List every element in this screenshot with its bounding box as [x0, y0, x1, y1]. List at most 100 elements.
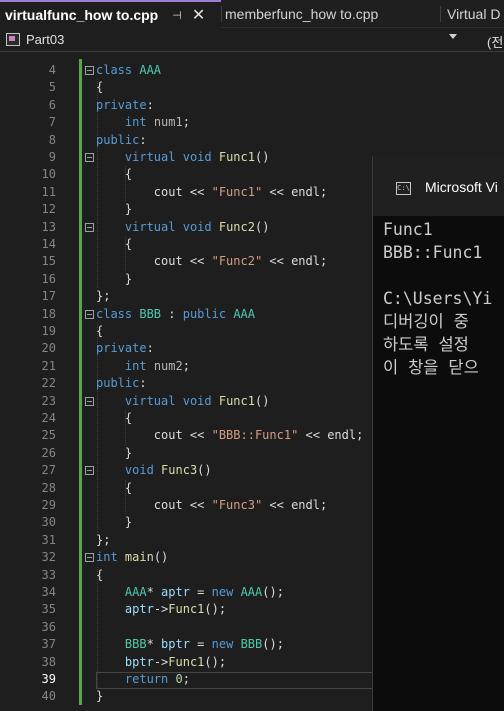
- code-line[interactable]: cout << "Func1" << endl;: [96, 184, 327, 201]
- line-number: 21: [41, 358, 56, 373]
- code-line[interactable]: void Func3(): [96, 462, 212, 479]
- line-number: 25: [41, 428, 56, 443]
- console-line: 하도록 설정: [383, 335, 469, 354]
- code-line[interactable]: int num1;: [96, 114, 190, 131]
- pin-icon[interactable]: ⊣: [172, 9, 182, 22]
- code-line[interactable]: BBB* bptr = new BBB();: [96, 636, 284, 653]
- line-number: 29: [41, 498, 56, 512]
- code-line[interactable]: {: [96, 410, 132, 427]
- line-number: 35: [41, 602, 56, 617]
- line-number: 36: [41, 619, 56, 634]
- code-line[interactable]: }: [96, 201, 132, 218]
- line-number: 9: [48, 150, 56, 164]
- line-number: 11: [41, 184, 56, 199]
- console-output: Func1BBB::Func1C:\Users\Yi디버깅이 중하도록 설정이 …: [383, 218, 492, 379]
- code-line[interactable]: {: [96, 480, 132, 497]
- line-number: 8: [48, 132, 56, 147]
- line-number: 20: [41, 341, 56, 356]
- code-line[interactable]: public:: [96, 375, 147, 392]
- line-number: 28: [41, 480, 56, 495]
- tab-virtualfunc[interactable]: virtualfunc_how to.cpp ⊣ ✕: [0, 0, 221, 28]
- line-number: 24: [41, 411, 56, 425]
- collapse-icon[interactable]: [85, 66, 94, 75]
- code-line[interactable]: return 0;: [96, 671, 190, 688]
- line-number: 12: [41, 202, 56, 217]
- line-number: 31: [41, 532, 56, 547]
- code-line[interactable]: virtual void Func1(): [96, 149, 270, 166]
- line-number: 39: [41, 672, 56, 686]
- code-line[interactable]: int num2;: [96, 358, 190, 375]
- line-number-gutter: 4 5 6 7 8 9 10 11 12 13 14 15 16 17 18 19 20 21 22 23 24 25 26…: [0, 53, 60, 711]
- console-line: C:\Users\Yi: [383, 289, 493, 308]
- tab-label: Virtual D: [447, 6, 501, 22]
- code-line[interactable]: cout << "BBB::Func1" << endl;: [96, 427, 364, 444]
- line-number: 14: [41, 237, 56, 251]
- line-number: 38: [41, 654, 56, 669]
- code-line[interactable]: public:: [96, 132, 147, 149]
- navigation-bar: Part03 (전: [0, 28, 504, 52]
- code-line[interactable]: cout << "Func3" << endl;: [96, 497, 327, 514]
- line-number: 13: [41, 219, 56, 234]
- line-number: 40: [41, 689, 56, 704]
- code-line[interactable]: private:: [96, 340, 154, 357]
- console-line: BBB::Func1: [383, 243, 483, 262]
- line-number: 4: [48, 63, 56, 77]
- line-number: 19: [41, 324, 56, 338]
- line-number: 15: [41, 254, 56, 269]
- tab-separator: [221, 6, 222, 22]
- collapse-icon[interactable]: [85, 153, 94, 162]
- console-title: Microsoft Vi: [425, 179, 498, 195]
- tab-memberfunc[interactable]: memberfunc_how to.cpp: [225, 0, 378, 28]
- project-dropdown[interactable]: Part03: [26, 32, 64, 47]
- line-number: 27: [41, 463, 56, 478]
- line-number: 34: [41, 585, 56, 599]
- console-line: 이 창을 닫으: [383, 358, 479, 377]
- console-window[interactable]: C:\ Microsoft Vi Func1BBB::Func1C:\Users…: [372, 156, 504, 711]
- chevron-down-icon[interactable]: [449, 34, 457, 39]
- tab-label: memberfunc_how to.cpp: [225, 6, 379, 22]
- line-number: 23: [41, 393, 56, 408]
- collapse-icon[interactable]: [85, 466, 94, 476]
- code-line[interactable]: }: [96, 514, 132, 531]
- line-number: 5: [48, 80, 56, 95]
- code-line[interactable]: virtual void Func1(): [96, 393, 270, 410]
- collapse-icon[interactable]: [85, 553, 94, 563]
- console-line: 디버깅이 중: [383, 312, 469, 331]
- code-line[interactable]: aptr->Func1();: [96, 601, 226, 618]
- code-line[interactable]: class BBB : public AAA: [96, 306, 255, 323]
- collapse-icon[interactable]: [85, 309, 94, 319]
- code-line[interactable]: };: [96, 288, 110, 305]
- close-icon[interactable]: ✕: [192, 5, 205, 25]
- code-line[interactable]: {: [96, 166, 132, 183]
- collapse-icon[interactable]: [85, 222, 94, 232]
- line-number: 7: [48, 115, 56, 130]
- code-line[interactable]: bptr->Func1();: [96, 654, 226, 671]
- tab-virtual-d[interactable]: Virtual D: [447, 0, 500, 28]
- code-line[interactable]: {: [96, 79, 103, 96]
- code-line[interactable]: }: [96, 688, 103, 705]
- console-line: Func1: [383, 220, 433, 239]
- line-number: 16: [41, 271, 56, 286]
- code-line[interactable]: {: [96, 323, 103, 340]
- code-line[interactable]: }: [96, 445, 132, 462]
- code-line[interactable]: cout << "Func2" << endl;: [96, 253, 327, 270]
- code-line[interactable]: private:: [96, 97, 154, 114]
- code-line[interactable]: }: [96, 271, 132, 288]
- line-number: 33: [41, 567, 56, 582]
- line-number: 6: [48, 97, 56, 112]
- line-number: 10: [41, 167, 56, 182]
- code-line[interactable]: virtual void Func2(): [96, 219, 270, 236]
- console-title-bar[interactable]: C:\ Microsoft Vi: [373, 156, 504, 216]
- code-line[interactable]: };: [96, 532, 110, 549]
- line-number: 22: [41, 376, 56, 391]
- line-number: 18: [41, 306, 56, 321]
- code-line[interactable]: class AAA: [96, 62, 161, 79]
- code-line[interactable]: AAA* aptr = new AAA();: [96, 584, 284, 601]
- code-line[interactable]: int main(): [96, 549, 168, 566]
- collapse-icon[interactable]: [85, 396, 94, 406]
- change-tracking-bar: [79, 59, 82, 705]
- line-number: 26: [41, 445, 56, 460]
- code-line[interactable]: {: [96, 567, 103, 584]
- code-line[interactable]: {: [96, 236, 132, 253]
- scope-dropdown[interactable]: (전: [487, 32, 503, 51]
